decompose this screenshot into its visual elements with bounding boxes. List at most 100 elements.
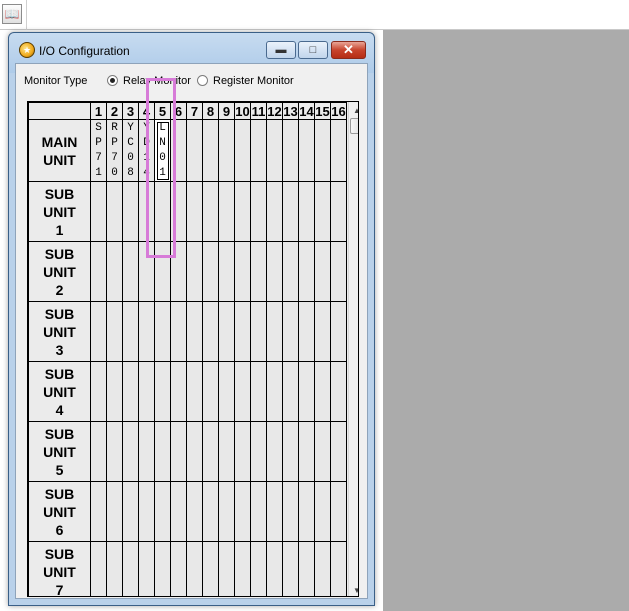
io-cell[interactable] [218,301,235,362]
io-cell[interactable] [314,541,331,596]
io-cell[interactable] [330,301,347,362]
io-cell[interactable] [122,241,139,302]
io-cell[interactable] [234,181,251,242]
io-cell[interactable] [170,181,187,242]
io-cell[interactable] [298,301,315,362]
io-cell[interactable] [170,481,187,542]
io-cell[interactable] [170,421,187,482]
io-cell[interactable] [106,241,123,302]
io-cell[interactable] [138,301,155,362]
register-monitor-label[interactable]: Register Monitor [213,75,294,87]
io-cell[interactable] [154,481,171,542]
io-cell[interactable] [250,181,267,242]
io-cell[interactable] [282,361,299,422]
io-cell[interactable] [314,421,331,482]
io-cell[interactable] [186,481,203,542]
io-cell[interactable] [122,421,139,482]
io-cell[interactable] [218,241,235,302]
io-cell[interactable] [282,241,299,302]
io-cell[interactable] [154,241,171,302]
io-cell[interactable] [330,241,347,302]
io-cell[interactable] [218,541,235,596]
io-cell[interactable] [234,541,251,596]
io-cell[interactable] [138,241,155,302]
io-cell[interactable] [250,481,267,542]
io-cell[interactable] [266,181,283,242]
io-cell[interactable] [282,301,299,362]
io-cell[interactable] [202,541,219,596]
io-cell[interactable] [186,361,203,422]
io-cell[interactable] [154,361,171,422]
io-cell[interactable] [202,481,219,542]
io-cell[interactable] [250,119,267,182]
relay-monitor-radio[interactable] [107,75,118,86]
io-cell[interactable] [154,421,171,482]
io-cell[interactable] [266,361,283,422]
io-cell[interactable] [138,481,155,542]
io-cell[interactable] [282,541,299,596]
io-cell[interactable] [186,301,203,362]
io-cell[interactable] [170,361,187,422]
scroll-up-icon[interactable]: ▲ [349,102,358,118]
io-cell[interactable]: RP70 [106,119,123,182]
io-cell[interactable] [234,241,251,302]
io-cell[interactable] [90,181,107,242]
scroll-thumb[interactable] [350,118,358,134]
io-cell[interactable] [234,301,251,362]
io-cell[interactable] [330,421,347,482]
io-cell[interactable] [314,119,331,182]
io-cell[interactable] [314,181,331,242]
minimize-button[interactable]: ▬ [266,41,296,59]
io-cell[interactable] [298,241,315,302]
io-cell[interactable] [282,181,299,242]
io-cell[interactable] [106,421,123,482]
io-cell[interactable] [298,181,315,242]
io-cell[interactable] [202,181,219,242]
io-cell[interactable] [218,481,235,542]
io-cell[interactable] [330,481,347,542]
io-cell[interactable] [298,361,315,422]
io-cell[interactable] [90,421,107,482]
io-cell[interactable] [298,119,315,182]
io-cell[interactable] [170,241,187,302]
io-cell[interactable] [218,181,235,242]
io-cell[interactable] [282,481,299,542]
io-cell[interactable] [170,301,187,362]
io-cell[interactable] [154,301,171,362]
io-cell[interactable] [202,301,219,362]
io-cell[interactable]: LN01 [154,119,171,182]
io-cell[interactable] [330,119,347,182]
io-cell[interactable] [122,361,139,422]
io-cell[interactable] [138,541,155,596]
io-cell[interactable] [202,421,219,482]
io-cell[interactable] [266,301,283,362]
io-cell[interactable] [202,241,219,302]
io-cell[interactable] [234,119,251,182]
io-cell[interactable] [106,541,123,596]
io-cell[interactable] [170,541,187,596]
io-cell[interactable]: SP71 [90,119,107,182]
io-cell[interactable] [186,119,203,182]
io-cell[interactable] [330,181,347,242]
io-grid[interactable]: 1 2 3 4 5 6 7 8 9 10 11 12 13 14 15 16 MAIN UNIT SP71 RP7… [27,101,359,597]
io-cell[interactable] [90,541,107,596]
io-cell[interactable] [106,361,123,422]
io-cell[interactable] [234,481,251,542]
register-monitor-radio[interactable] [197,75,208,86]
io-cell[interactable] [218,119,235,182]
io-cell[interactable] [250,421,267,482]
title-bar[interactable]: ★ I/O Configuration ▬ □ ✕ [9,33,374,63]
io-cell[interactable] [138,181,155,242]
io-cell[interactable] [250,301,267,362]
io-cell[interactable] [138,421,155,482]
io-cell[interactable] [330,361,347,422]
io-cell[interactable] [202,119,219,182]
io-cell[interactable]: YD14 [138,119,155,182]
io-cell[interactable] [298,481,315,542]
io-cell[interactable] [266,541,283,596]
io-cell[interactable] [314,301,331,362]
io-cell[interactable] [250,541,267,596]
io-cell[interactable] [138,361,155,422]
close-button[interactable]: ✕ [331,41,366,59]
io-cell[interactable] [282,119,299,182]
